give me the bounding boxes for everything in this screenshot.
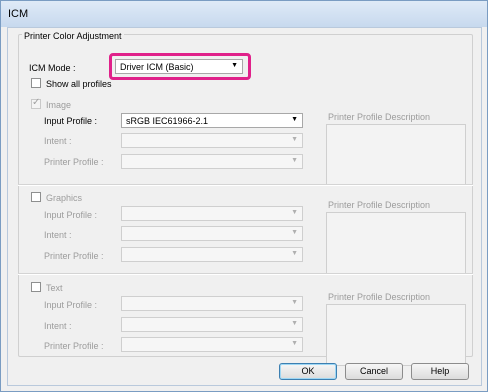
graphics-input-profile-select[interactable]: ▼	[121, 206, 303, 221]
chevron-down-icon: ▼	[291, 116, 298, 123]
graphics-intent-label: Intent :	[44, 230, 72, 240]
chevron-down-icon: ▼	[291, 209, 298, 216]
graphics-intent-select[interactable]: ▼	[121, 226, 303, 241]
graphics-input-profile-label: Input Profile :	[44, 210, 98, 220]
text-checkbox[interactable]	[31, 282, 41, 292]
chevron-down-icon: ▼	[291, 320, 298, 327]
image-input-profile-select[interactable]: sRGB IEC61966-2.1 ▼	[121, 113, 303, 128]
show-all-profiles-label: Show all profiles	[46, 79, 112, 89]
image-input-profile-label: Input Profile :	[44, 116, 98, 126]
cancel-button[interactable]: Cancel	[345, 363, 403, 380]
show-all-profiles-checkbox[interactable]	[31, 78, 41, 88]
icm-mode-value: Driver ICM (Basic)	[120, 62, 194, 72]
chevron-down-icon: ▼	[231, 62, 238, 69]
chevron-down-icon: ▼	[291, 229, 298, 236]
graphics-section-title: Graphics	[46, 193, 83, 203]
checkmark-icon: ✓	[32, 97, 41, 108]
icm-dialog: ICM Printer Color Adjustment ICM Mode : …	[0, 0, 488, 392]
help-button[interactable]: Help	[411, 363, 469, 380]
window-title: ICM	[8, 8, 29, 20]
dialog-client: Printer Color Adjustment ICM Mode : Driv…	[7, 27, 482, 386]
text-desc-box	[326, 304, 466, 366]
image-input-profile-value: sRGB IEC61966-2.1	[126, 116, 209, 126]
icm-mode-select[interactable]: Driver ICM (Basic) ▼	[115, 59, 243, 74]
text-printer-profile-label: Printer Profile :	[44, 341, 104, 351]
image-printer-profile-label: Printer Profile :	[44, 157, 104, 167]
text-intent-label: Intent :	[44, 321, 72, 331]
chevron-down-icon: ▼	[291, 136, 298, 143]
graphics-printer-profile-label: Printer Profile :	[44, 251, 104, 261]
text-desc-label: Printer Profile Description	[328, 292, 431, 302]
image-intent-label: Intent :	[44, 136, 72, 146]
graphics-desc-box	[326, 212, 466, 274]
image-section-title: Image	[46, 100, 72, 110]
text-intent-select[interactable]: ▼	[121, 317, 303, 332]
icm-mode-label: ICM Mode :	[29, 63, 76, 73]
ok-button[interactable]: OK	[279, 363, 337, 380]
chevron-down-icon: ▼	[291, 299, 298, 306]
graphics-printer-profile-select[interactable]: ▼	[121, 247, 303, 262]
image-printer-profile-select[interactable]: ▼	[121, 154, 303, 169]
chevron-down-icon: ▼	[291, 157, 298, 164]
text-input-profile-select[interactable]: ▼	[121, 296, 303, 311]
title-bar: ICM	[1, 1, 487, 27]
image-desc-label: Printer Profile Description	[328, 112, 431, 122]
chevron-down-icon: ▼	[291, 250, 298, 257]
text-section-title: Text	[46, 283, 63, 293]
graphics-checkbox[interactable]	[31, 192, 41, 202]
image-checkbox[interactable]: ✓	[31, 97, 41, 109]
separator	[18, 273, 473, 275]
separator	[18, 184, 473, 186]
graphics-desc-label: Printer Profile Description	[328, 200, 431, 210]
chevron-down-icon: ▼	[291, 340, 298, 347]
group-title: Printer Color Adjustment	[22, 31, 124, 41]
image-desc-box	[326, 124, 466, 186]
text-printer-profile-select[interactable]: ▼	[121, 337, 303, 352]
image-intent-select[interactable]: ▼	[121, 133, 303, 148]
text-input-profile-label: Input Profile :	[44, 300, 98, 310]
